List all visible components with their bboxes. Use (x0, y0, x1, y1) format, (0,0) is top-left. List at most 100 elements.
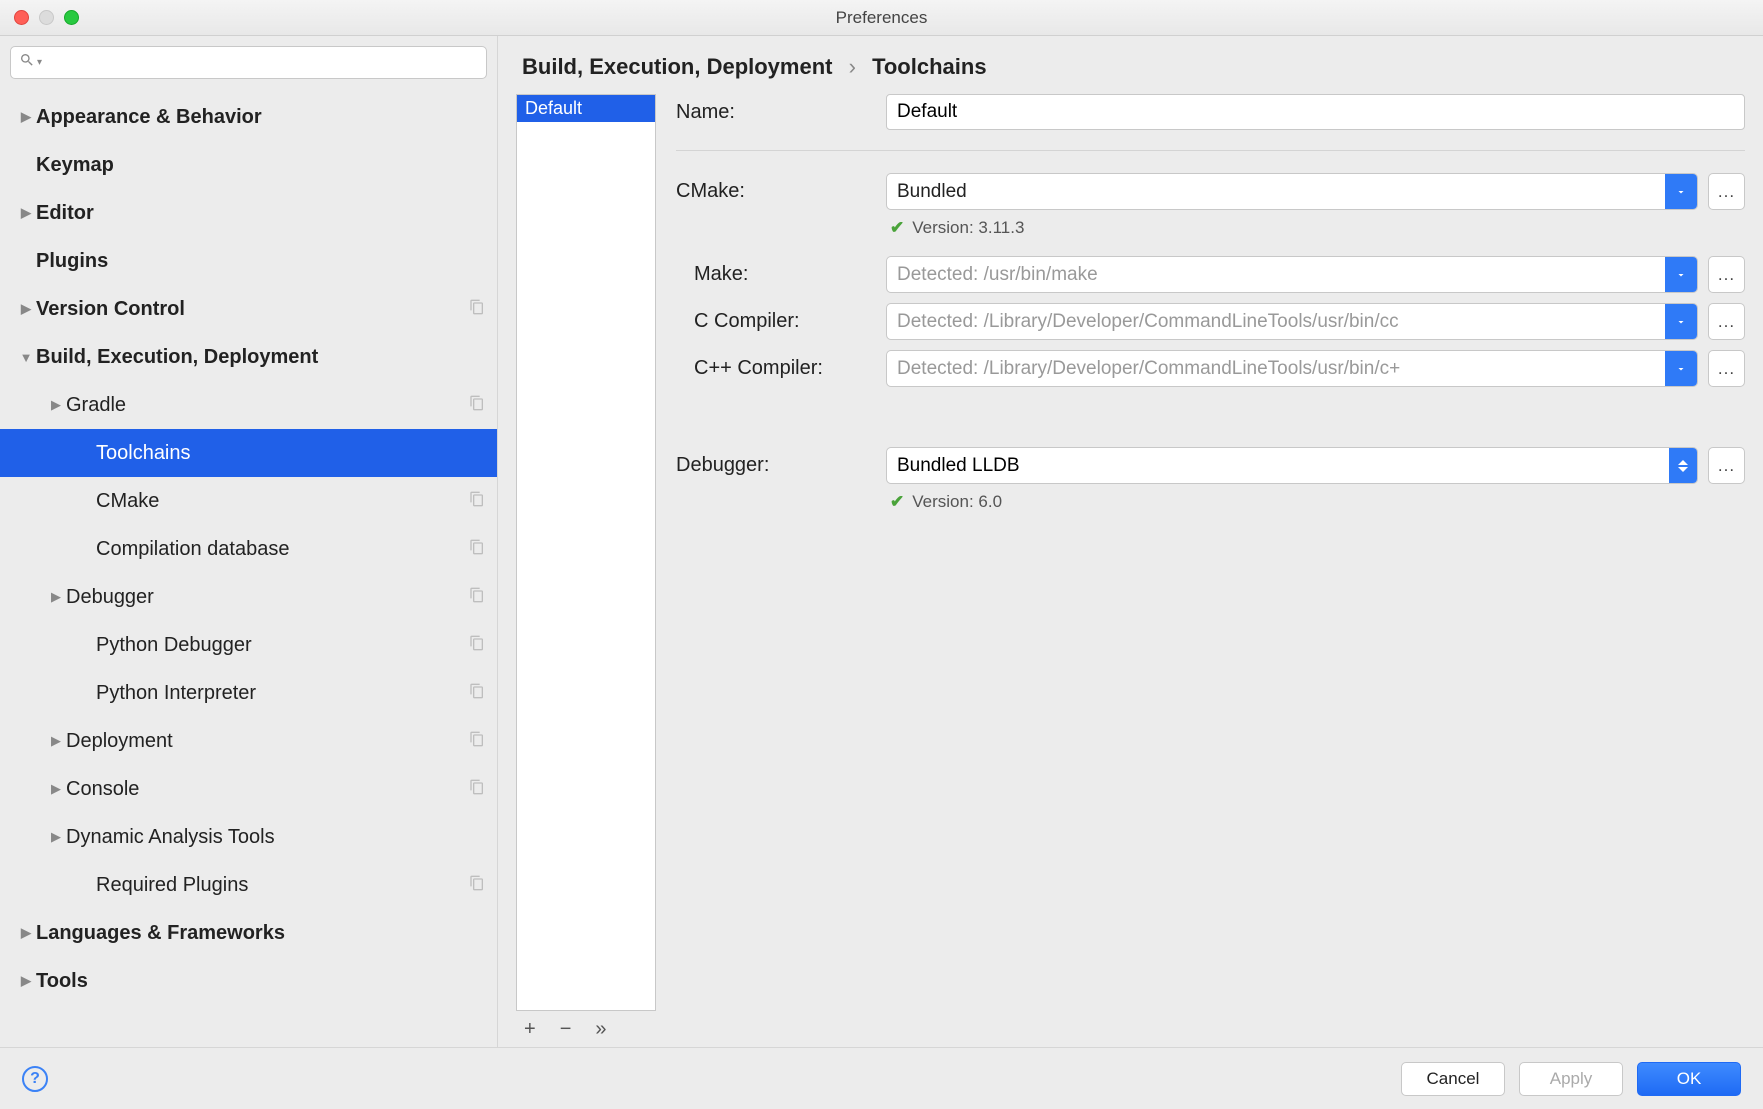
tree-item[interactable]: ▶Tools (0, 957, 497, 1005)
tree-item-label: Build, Execution, Deployment (36, 346, 318, 369)
chevron-down-icon[interactable] (1665, 304, 1697, 339)
chevron-down-icon[interactable] (1665, 351, 1697, 386)
project-scope-icon (469, 586, 485, 609)
name-input[interactable] (886, 94, 1745, 130)
tree-item-label: Required Plugins (96, 874, 248, 897)
tree-item[interactable]: ▶Appearance & Behavior (0, 93, 497, 141)
tree-item-label: Plugins (36, 250, 108, 273)
tree-item-label: Toolchains (96, 442, 191, 465)
form-separator (676, 150, 1745, 151)
select-arrows-icon[interactable] (1669, 448, 1697, 483)
c-compiler-combo[interactable]: Detected: /Library/Developer/CommandLine… (886, 303, 1698, 340)
chevron-down-icon[interactable] (1665, 257, 1697, 292)
debugger-select-value: Bundled LLDB (887, 448, 1669, 483)
project-scope-icon (469, 778, 485, 801)
tree-item[interactable]: CMake (0, 477, 497, 525)
c-compiler-browse-button[interactable]: ... (1708, 303, 1745, 340)
tree-item-label: Version Control (36, 298, 185, 321)
tree-item[interactable]: ▶Gradle (0, 381, 497, 429)
tree-item-label: Gradle (66, 394, 126, 417)
cmake-combo[interactable]: Bundled (886, 173, 1698, 210)
disclosure-arrow-icon[interactable]: ▼ (16, 350, 36, 365)
preferences-sidebar: ▾ ▶Appearance & BehaviorKeymap▶EditorPlu… (0, 36, 498, 1047)
chevron-down-icon[interactable] (1665, 174, 1697, 209)
zoom-window-button[interactable] (64, 10, 79, 25)
disclosure-arrow-icon[interactable]: ▶ (46, 589, 66, 605)
tree-item-label: Deployment (66, 730, 173, 753)
c-compiler-value: Detected: /Library/Developer/CommandLine… (887, 304, 1665, 339)
search-icon (19, 52, 35, 73)
c-compiler-label: C Compiler: (676, 310, 886, 333)
disclosure-arrow-icon[interactable]: ▶ (46, 733, 66, 749)
tree-item[interactable]: ▶Deployment (0, 717, 497, 765)
tree-item[interactable]: Python Debugger (0, 621, 497, 669)
cpp-compiler-label: C++ Compiler: (676, 357, 886, 380)
tree-item[interactable]: ▶Debugger (0, 573, 497, 621)
make-combo[interactable]: Detected: /usr/bin/make (886, 256, 1698, 293)
tree-item[interactable]: Compilation database (0, 525, 497, 573)
more-actions-button[interactable]: » (595, 1018, 606, 1041)
tree-item[interactable]: ▶Editor (0, 189, 497, 237)
search-input[interactable] (48, 54, 478, 72)
disclosure-arrow-icon[interactable]: ▶ (46, 781, 66, 797)
project-scope-icon (469, 874, 485, 897)
disclosure-arrow-icon[interactable]: ▶ (16, 109, 36, 125)
tree-item-label: Languages & Frameworks (36, 922, 285, 945)
cmake-combo-value: Bundled (887, 174, 1665, 209)
tree-item[interactable]: ▶Console (0, 765, 497, 813)
cpp-compiler-browse-button[interactable]: ... (1708, 350, 1745, 387)
tree-item[interactable]: ▶Dynamic Analysis Tools (0, 813, 497, 861)
breadcrumb-separator-icon: › (849, 54, 856, 79)
breadcrumb-root[interactable]: Build, Execution, Deployment (522, 54, 832, 79)
tree-item-label: Editor (36, 202, 94, 225)
make-label: Make: (676, 263, 886, 286)
tree-item-label: Tools (36, 970, 88, 993)
tree-item[interactable]: Toolchains (0, 429, 497, 477)
tree-item-label: Dynamic Analysis Tools (66, 826, 275, 849)
ok-button[interactable]: OK (1637, 1062, 1741, 1096)
help-button[interactable]: ? (22, 1066, 48, 1092)
project-scope-icon (469, 730, 485, 753)
disclosure-arrow-icon[interactable]: ▶ (46, 397, 66, 413)
debugger-version-label: Version: 6.0 (912, 492, 1002, 512)
cancel-button[interactable]: Cancel (1401, 1062, 1505, 1096)
debugger-label: Debugger: (676, 454, 886, 477)
project-scope-icon (469, 298, 485, 321)
dialog-footer: ? Cancel Apply OK (0, 1047, 1763, 1109)
remove-toolchain-button[interactable]: − (560, 1018, 572, 1041)
disclosure-arrow-icon[interactable]: ▶ (46, 829, 66, 845)
cpp-compiler-combo[interactable]: Detected: /Library/Developer/CommandLine… (886, 350, 1698, 387)
project-scope-icon (469, 538, 485, 561)
disclosure-arrow-icon[interactable]: ▶ (16, 301, 36, 317)
debugger-browse-button[interactable]: ... (1708, 447, 1745, 484)
search-box[interactable]: ▾ (10, 46, 487, 79)
search-dropdown-icon[interactable]: ▾ (37, 57, 42, 68)
tree-item[interactable]: Plugins (0, 237, 497, 285)
cmake-browse-button[interactable]: ... (1708, 173, 1745, 210)
tree-item[interactable]: ▶Version Control (0, 285, 497, 333)
preferences-tree: ▶Appearance & BehaviorKeymap▶EditorPlugi… (0, 87, 497, 1047)
disclosure-arrow-icon[interactable]: ▶ (16, 973, 36, 989)
cmake-version-label: Version: 3.11.3 (912, 218, 1024, 238)
project-scope-icon (469, 490, 485, 513)
tree-item[interactable]: Keymap (0, 141, 497, 189)
make-browse-button[interactable]: ... (1708, 256, 1745, 293)
apply-button[interactable]: Apply (1519, 1062, 1623, 1096)
tree-item[interactable]: Python Interpreter (0, 669, 497, 717)
tree-item[interactable]: ▶Languages & Frameworks (0, 909, 497, 957)
check-icon: ✔ (890, 218, 904, 238)
debugger-select[interactable]: Bundled LLDB (886, 447, 1698, 484)
breadcrumb-leaf: Toolchains (872, 54, 987, 79)
toolchain-list[interactable]: Default (516, 94, 656, 1011)
disclosure-arrow-icon[interactable]: ▶ (16, 205, 36, 221)
add-toolchain-button[interactable]: + (524, 1018, 536, 1041)
toolchain-list-item[interactable]: Default (517, 95, 655, 122)
tree-item-label: Python Debugger (96, 634, 252, 657)
make-combo-value: Detected: /usr/bin/make (887, 257, 1665, 292)
disclosure-arrow-icon[interactable]: ▶ (16, 925, 36, 941)
check-icon: ✔ (890, 492, 904, 512)
tree-item[interactable]: Required Plugins (0, 861, 497, 909)
close-window-button[interactable] (14, 10, 29, 25)
tree-item[interactable]: ▼Build, Execution, Deployment (0, 333, 497, 381)
project-scope-icon (469, 682, 485, 705)
